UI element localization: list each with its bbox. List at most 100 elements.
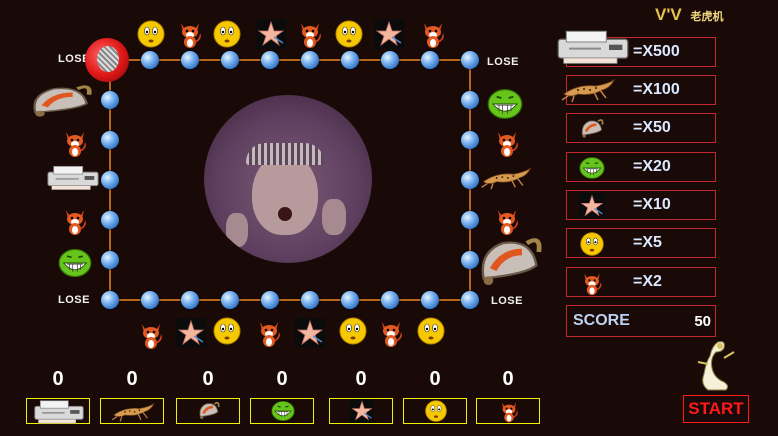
track-node: [221, 291, 239, 309]
score-panel: SCORE 50: [566, 305, 716, 337]
track-node: [301, 51, 319, 69]
paytable-row-fox: =X2: [566, 267, 716, 297]
track-node: [101, 131, 119, 149]
active-marker: [85, 38, 129, 82]
fox-icon: [136, 320, 166, 350]
track-node: [181, 51, 199, 69]
green-face-icon: [270, 399, 296, 423]
track-node: [381, 51, 399, 69]
star-icon: [176, 318, 206, 348]
paytable-row-yellow-face: =X5: [566, 228, 716, 258]
track-node: [261, 51, 279, 69]
fox-icon: [60, 128, 90, 158]
paytable-multiplier: =X2: [633, 273, 662, 290]
paytable-multiplier: =X500: [633, 43, 680, 60]
fox-icon: [492, 128, 522, 158]
track-node: [101, 291, 119, 309]
bet-button-cheetah[interactable]: [100, 398, 164, 424]
bet-count-cheetah: 0: [126, 368, 138, 390]
lose-label-top-right: LOSE: [487, 56, 519, 68]
track-node: [141, 291, 159, 309]
game-title: V'V 老虎机: [655, 5, 723, 25]
track-node: [101, 171, 119, 189]
bet-count-bell: 0: [202, 368, 214, 390]
score-label: SCORE: [573, 312, 630, 329]
headband: [246, 143, 324, 165]
star-icon: [349, 399, 375, 423]
cheetah-icon: [103, 399, 163, 423]
star-icon: [579, 193, 605, 219]
green-face-icon: [486, 86, 524, 122]
track-node: [301, 291, 319, 309]
track-node: [101, 251, 119, 269]
star-icon: [295, 318, 325, 348]
track-top: [110, 59, 470, 61]
track-node: [421, 291, 439, 309]
fox-icon: [175, 19, 205, 49]
center-portrait: [204, 95, 372, 263]
lose-label-bottom-right: LOSE: [491, 295, 523, 307]
cheetah-icon: [476, 163, 536, 191]
start-button[interactable]: START: [683, 395, 749, 423]
paytable-multiplier: =X10: [633, 196, 671, 213]
track-node: [461, 51, 479, 69]
bell-icon: [579, 116, 605, 142]
mouth: [278, 207, 292, 221]
track-node: [341, 291, 359, 309]
paytable-row-printer: =X500: [566, 37, 716, 67]
yellow-face-icon: [423, 399, 449, 423]
printer-icon: [553, 24, 633, 68]
track-node: [461, 91, 479, 109]
paytable-row-cheetah: =X100: [566, 75, 716, 105]
track-node: [341, 51, 359, 69]
start-label: START: [688, 399, 744, 418]
fox-icon: [254, 318, 284, 348]
bet-button-green-face[interactable]: [250, 398, 314, 424]
yellow-face-icon: [579, 231, 605, 257]
cheetah-icon: [557, 74, 619, 104]
bet-count-star: 0: [355, 368, 367, 390]
track-node: [261, 291, 279, 309]
fox-icon: [60, 206, 90, 236]
paytable-multiplier: =X5: [633, 234, 662, 251]
paytable-multiplier: =X20: [633, 158, 671, 175]
title-name: 老虎机: [690, 11, 724, 23]
yellow-face-icon: [338, 316, 368, 346]
bell-icon: [474, 230, 546, 296]
bet-button-fox[interactable]: [476, 398, 540, 424]
face: [252, 153, 318, 235]
hand-right: [322, 199, 346, 235]
bet-button-bell[interactable]: [176, 398, 240, 424]
yellow-face-icon: [212, 19, 242, 49]
bet-count-green-face: 0: [276, 368, 288, 390]
track-node: [461, 131, 479, 149]
track-node: [381, 291, 399, 309]
track-bottom: [110, 299, 470, 301]
bet-button-printer[interactable]: [26, 398, 90, 424]
paytable-multiplier: =X100: [633, 81, 680, 98]
track-node: [101, 91, 119, 109]
hand-left: [226, 213, 248, 247]
fox-icon: [579, 270, 605, 296]
track-node: [221, 51, 239, 69]
yellow-face-icon: [416, 316, 446, 346]
bell-icon: [196, 399, 222, 423]
yellow-face-icon: [212, 316, 242, 346]
star-icon: [374, 19, 404, 49]
star-icon: [256, 19, 286, 49]
bet-button-yellow-face[interactable]: [403, 398, 467, 424]
green-face-icon: [579, 155, 605, 181]
track-node: [101, 211, 119, 229]
yellow-face-icon: [136, 19, 166, 49]
bet-count-fox: 0: [502, 368, 514, 390]
track-node: [421, 51, 439, 69]
green-face-icon: [56, 246, 94, 280]
fox-icon: [376, 318, 406, 348]
bet-button-star[interactable]: [329, 398, 393, 424]
yellow-face-icon: [334, 19, 364, 49]
fox-icon: [295, 19, 325, 49]
paytable-row-green-face: =X20: [566, 152, 716, 182]
title-vv: V'V: [655, 5, 682, 24]
track-node: [461, 211, 479, 229]
cheetah-icon: [97, 46, 119, 72]
